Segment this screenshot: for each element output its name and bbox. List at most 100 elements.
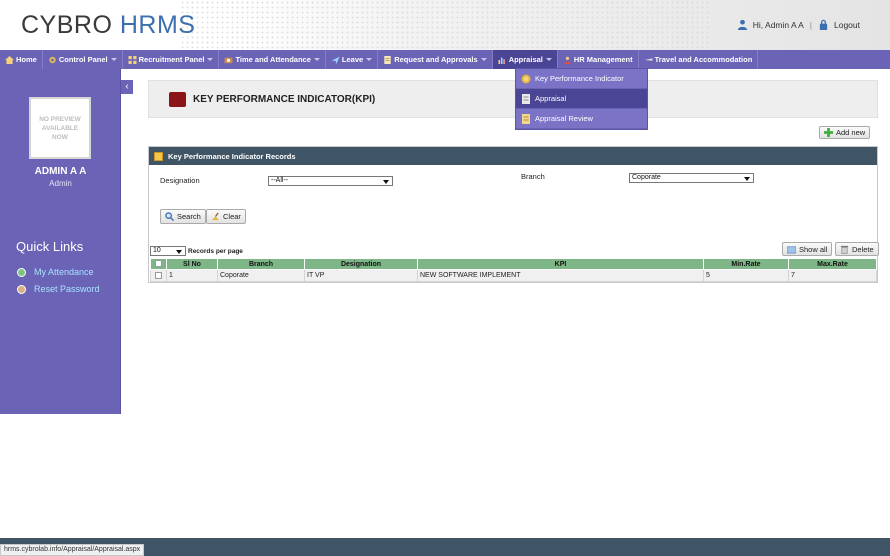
sidebar-user-name: ADMIN A A [34, 166, 87, 177]
table-row[interactable]: 1 Coporate IT VP NEW SOFTWARE IMPLEMENT … [150, 269, 877, 282]
designation-label: Designation [160, 176, 200, 185]
nav-label: Leave [341, 55, 364, 64]
airplane-icon [644, 57, 653, 61]
menu-item-kpi[interactable]: Key Performance Indicator [516, 69, 647, 89]
user-area: Hi, Admin A A | Logout [737, 19, 860, 30]
gear-icon [49, 56, 56, 63]
broom-icon [211, 212, 220, 221]
nav-hr-management[interactable]: HR Management [558, 50, 639, 69]
row-checkbox-cell [150, 269, 167, 282]
nav-label: Control Panel [58, 55, 108, 64]
home-icon [5, 55, 14, 64]
green-dot-icon [17, 267, 26, 277]
logo-part1: CYBRO [21, 11, 113, 39]
status-url: hrms.cybrolab.info/Appraisal/Appraisal.a… [0, 544, 145, 556]
row-checkbox[interactable] [155, 271, 162, 279]
menu-item-label: Key Performance Indicator [535, 74, 624, 83]
cell-min-rate: 5 [703, 269, 789, 282]
col-sl-no[interactable]: Sl No [166, 258, 218, 270]
header-pattern [180, 0, 710, 50]
nav-recruitment-panel[interactable]: Recruitment Panel [123, 50, 220, 69]
nav-label: Travel and Accommodation [654, 55, 753, 64]
document-icon [384, 55, 391, 64]
page-size-select[interactable]: 10 [150, 246, 186, 256]
select-all-checkbox[interactable] [155, 260, 162, 268]
lock-icon [819, 19, 828, 30]
quick-link-label: Reset Password [34, 284, 100, 294]
nav-leave[interactable]: Leave [326, 50, 379, 69]
header-separator: | [809, 19, 812, 30]
clear-button[interactable]: Clear [206, 209, 246, 224]
quick-links-title: Quick Links [16, 239, 84, 254]
header: CYBRO HRMS Hi, Admin A A | Logout [0, 0, 890, 50]
clipboard-icon [522, 93, 530, 104]
records-per-page-label: Records per page [188, 248, 243, 255]
nav-label: HR Management [573, 55, 633, 64]
col-designation[interactable]: Designation [304, 258, 418, 270]
menu-item-appraisal[interactable]: Appraisal [516, 89, 647, 109]
nav-label: Time and Attendance [235, 55, 311, 64]
bar-chart-icon [498, 57, 505, 64]
nav-label: Request and Approvals [394, 55, 478, 64]
col-kpi[interactable]: KPI [417, 258, 704, 270]
sidebar-collapse-button[interactable]: ‹ [121, 80, 133, 94]
chevron-down-icon [383, 180, 389, 184]
cell-branch: Coporate [217, 269, 305, 282]
nav-time-attendance[interactable]: Time and Attendance [219, 50, 326, 69]
medal-icon [521, 74, 531, 83]
nav-request-approvals[interactable]: Request and Approvals [378, 50, 493, 69]
cell-sl-no: 1 [166, 269, 218, 282]
search-icon [165, 212, 174, 221]
main-nav: Home Control Panel Recruitment Panel Tim… [0, 50, 890, 69]
show-all-label: Show all [799, 244, 828, 254]
logo-part2: HRMS [119, 11, 196, 39]
panel-title: Key Performance Indicator Records [168, 151, 296, 161]
nav-home[interactable]: Home [0, 50, 43, 69]
kpi-table: Sl No Branch Designation KPI Min.Rate Ma… [150, 258, 877, 282]
plus-icon [824, 128, 833, 137]
nav-appraisal[interactable]: Appraisal [492, 50, 558, 69]
nav-label: Home [16, 55, 37, 64]
page-title: KEY PERFORMANCE INDICATOR(KPI) [193, 94, 376, 105]
table-header-row: Sl No Branch Designation KPI Min.Rate Ma… [150, 258, 877, 270]
col-max-rate[interactable]: Max.Rate [788, 258, 877, 270]
chevron-down-icon [176, 250, 182, 254]
page-size-value: 10 [153, 247, 161, 254]
kpi-records-panel: Key Performance Indicator Records Design… [148, 146, 879, 283]
quick-link-my-attendance[interactable]: My Attendance [17, 267, 94, 277]
search-button[interactable]: Search [160, 209, 206, 224]
chevron-down-icon [110, 58, 117, 61]
cell-designation: IT VP [304, 269, 418, 282]
folder-open-icon [787, 246, 796, 253]
chevron-down-icon [480, 58, 487, 61]
nav-control-panel[interactable]: Control Panel [43, 50, 123, 69]
sidebar: NO PREVIEW AVAILABLE NOW ADMIN A A Admin… [0, 69, 121, 414]
col-branch[interactable]: Branch [217, 258, 305, 270]
menu-item-appraisal-review[interactable]: Appraisal Review [516, 109, 647, 129]
people-icon [564, 56, 571, 64]
chevron-down-icon [545, 58, 552, 61]
trash-icon [840, 245, 849, 254]
avatar: NO PREVIEW AVAILABLE NOW [29, 97, 91, 159]
nav-label: Recruitment Panel [138, 55, 205, 64]
quick-link-reset-password[interactable]: Reset Password [17, 284, 100, 294]
logout-link[interactable]: Logout [834, 20, 860, 30]
col-min-rate[interactable]: Min.Rate [703, 258, 789, 270]
menu-item-label: Appraisal [535, 94, 567, 103]
user-greeting[interactable]: Hi, Admin A A [753, 20, 804, 30]
add-new-button[interactable]: Add new [819, 126, 871, 139]
panel-header: Key Performance Indicator Records [149, 147, 877, 165]
sidebar-user-role: Admin [49, 179, 72, 188]
show-all-button[interactable]: Show all [782, 242, 833, 256]
nav-travel-accommodation[interactable]: Travel and Accommodation [639, 50, 759, 69]
clear-button-label: Clear [223, 212, 241, 221]
designation-select-value: --All-- [271, 177, 289, 184]
delete-label: Delete [852, 244, 874, 254]
designation-select[interactable]: --All-- [268, 176, 393, 186]
branch-select[interactable]: Coporate [629, 173, 754, 183]
branch-label: Branch [521, 172, 545, 181]
delete-button[interactable]: Delete [835, 242, 879, 256]
add-new-label: Add new [836, 128, 866, 137]
select-all-header [150, 258, 167, 270]
logo[interactable]: CYBRO HRMS [21, 11, 195, 40]
